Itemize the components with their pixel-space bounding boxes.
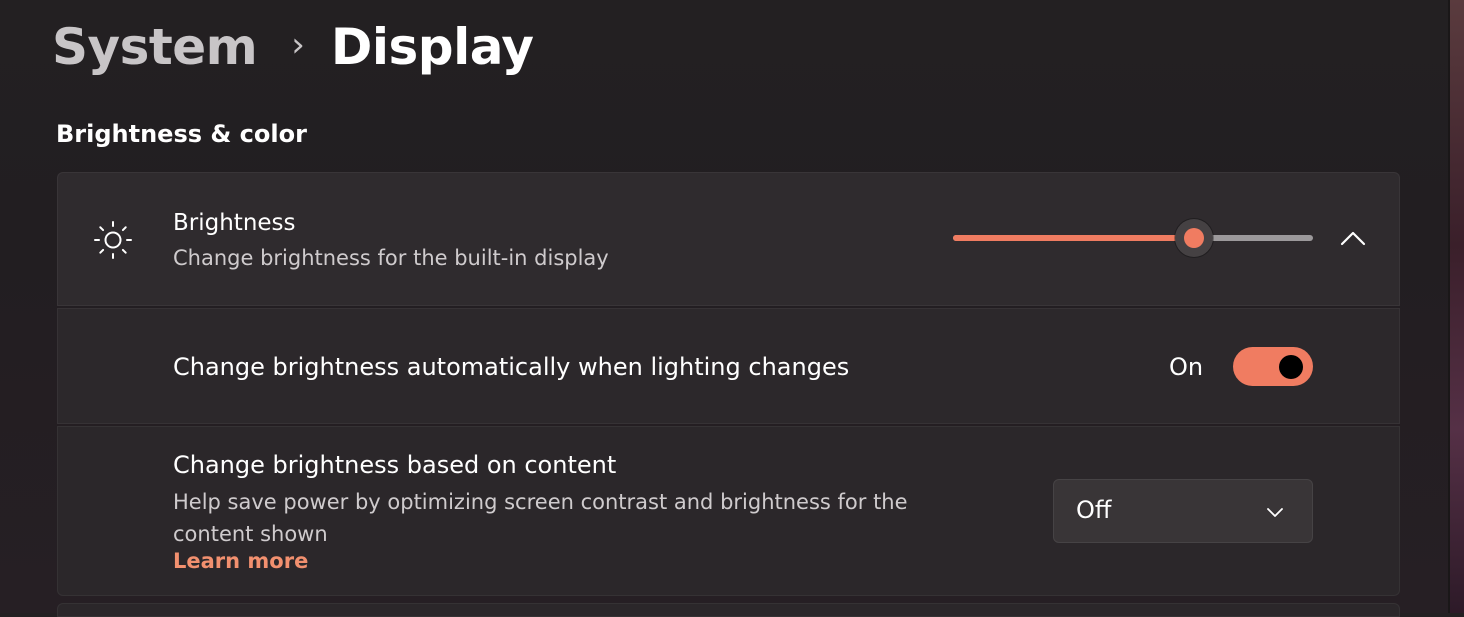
content-brightness-title: Change brightness based on content xyxy=(173,451,617,479)
learn-more-link[interactable]: Learn more xyxy=(173,549,308,573)
sun-icon xyxy=(94,221,132,259)
brightness-description: Change brightness for the built-in displ… xyxy=(173,246,609,270)
slider-thumb-dot xyxy=(1184,228,1205,248)
toggle-knob xyxy=(1279,355,1303,379)
desktop-background-strip xyxy=(1450,0,1464,613)
chevron-down-icon xyxy=(1267,508,1283,517)
page-title: Display xyxy=(330,18,534,76)
brightness-slider[interactable] xyxy=(953,219,1313,257)
brightness-title: Brightness xyxy=(173,210,296,236)
section-title: Brightness & color xyxy=(56,120,307,148)
content-brightness-description: Help save power by optimizing screen con… xyxy=(173,490,908,546)
auto-brightness-label: Change brightness automatically when lig… xyxy=(173,353,850,381)
breadcrumb: System › Display xyxy=(52,14,534,80)
auto-brightness-toggle[interactable] xyxy=(1233,347,1313,386)
next-card xyxy=(57,603,1400,617)
breadcrumb-chevron-icon: › xyxy=(291,25,305,65)
chevron-up-icon[interactable] xyxy=(1339,228,1367,248)
breadcrumb-system[interactable]: System xyxy=(52,18,258,76)
brightness-slider-fill xyxy=(953,235,1195,241)
brightness-slider-thumb[interactable] xyxy=(1175,219,1214,257)
content-brightness-dropdown[interactable]: Off xyxy=(1053,479,1313,543)
dropdown-selected-value: Off xyxy=(1076,496,1112,524)
toggle-state-label: On xyxy=(1169,353,1204,381)
